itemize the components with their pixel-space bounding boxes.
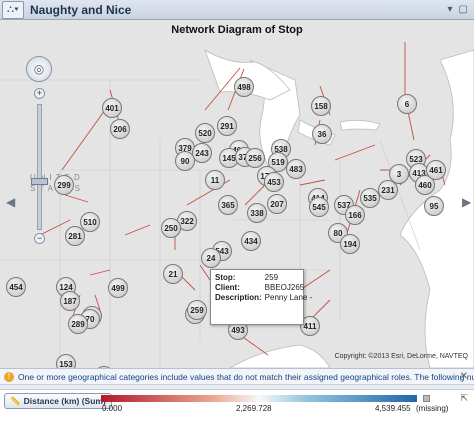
stop-node[interactable]: 338 xyxy=(247,203,267,223)
dropdown-icon[interactable]: ▾ xyxy=(448,4,453,15)
stop-node[interactable]: 535 xyxy=(360,188,380,208)
map-canvas[interactable]: Network Diagram of Stop UNITED STATES xyxy=(0,20,474,368)
legend-min: 0.000 xyxy=(102,404,123,413)
stop-node[interactable]: 231 xyxy=(378,180,398,200)
stop-node[interactable]: 243 xyxy=(192,143,212,163)
message-text: One or more geographical categories incl… xyxy=(18,371,474,382)
zoom-slider-thumb[interactable] xyxy=(31,178,48,185)
stop-node[interactable]: 499 xyxy=(108,278,128,298)
stop-node[interactable]: 166 xyxy=(345,205,365,225)
missing-swatch xyxy=(423,395,430,402)
node-tooltip: Stop: 259 Client: BBEOJ265 Description: Pen… xyxy=(210,269,312,325)
legend-mid: 2,269.728 xyxy=(236,404,272,413)
warning-icon: ! xyxy=(4,371,14,382)
stop-node[interactable]: 256 xyxy=(245,148,265,168)
network-icon: ⛬▾ xyxy=(7,4,19,15)
tooltip-key: Description: xyxy=(215,293,262,302)
window-title: Naughty and Nice xyxy=(30,2,132,17)
pan-control[interactable]: ◎ xyxy=(26,56,52,82)
zoom-control: ◎ + − xyxy=(26,56,54,244)
stop-node[interactable]: 483 xyxy=(286,159,306,179)
tooltip-value: Penny Lane - xyxy=(264,293,313,302)
stop-node[interactable]: 498 xyxy=(234,77,254,97)
message-bar: ! One or more geographical categories in… xyxy=(0,368,474,384)
stop-node[interactable]: 401 xyxy=(102,98,122,118)
scroll-left-icon[interactable]: ◀ xyxy=(6,195,16,209)
stop-node[interactable]: 289 xyxy=(68,314,88,334)
tooltip-key: Stop: xyxy=(215,273,236,282)
stop-node[interactable]: 194 xyxy=(340,234,360,254)
zoom-slider-track[interactable] xyxy=(37,104,42,230)
pin-icon[interactable]: ⇱ xyxy=(460,393,468,404)
legend-missing: (missing) xyxy=(416,404,449,413)
stop-node[interactable]: 158 xyxy=(311,96,331,116)
stop-node[interactable]: 36 xyxy=(312,124,332,144)
stop-node[interactable]: 90 xyxy=(175,151,195,171)
map-title: Network Diagram of Stop xyxy=(171,24,303,36)
stop-node[interactable]: 11 xyxy=(205,170,225,190)
legend-measure-button[interactable]: 📏 Distance (km) (Sum) xyxy=(4,393,112,409)
stop-node[interactable]: 545 xyxy=(309,197,329,217)
stop-node[interactable]: 24 xyxy=(201,248,221,268)
stop-node[interactable]: 365 xyxy=(218,195,238,215)
stop-node[interactable]: 434 xyxy=(241,231,261,251)
pan-icon: ◎ xyxy=(33,62,45,76)
map-attribution: Copyright: ©2013 Esri, DeLorme, NAVTEQ xyxy=(334,353,468,360)
stop-node[interactable]: 291 xyxy=(217,116,237,136)
tooltip-key: Client: xyxy=(215,283,240,292)
scroll-right-icon[interactable]: ▶ xyxy=(462,195,472,209)
legend-measure-label: Distance (km) (Sum) xyxy=(23,396,106,406)
stop-node[interactable]: 206 xyxy=(110,119,130,139)
stop-node[interactable]: 95 xyxy=(424,196,444,216)
color-gradient xyxy=(101,395,417,402)
stop-node[interactable]: 250 xyxy=(161,218,181,238)
stop-node[interactable]: 453 xyxy=(264,172,284,192)
stop-node[interactable]: 461 xyxy=(426,160,446,180)
stop-node[interactable]: 21 xyxy=(163,264,183,284)
stop-node[interactable]: 281 xyxy=(65,226,85,246)
zoom-in-button[interactable]: + xyxy=(34,88,45,99)
stop-node[interactable]: 153 xyxy=(56,354,76,368)
network-menu-button[interactable]: ⛬▾ xyxy=(2,0,24,19)
zoom-out-button[interactable]: − xyxy=(34,233,45,244)
stop-node[interactable]: 520 xyxy=(195,123,215,143)
stop-node[interactable]: 187 xyxy=(60,291,80,311)
tooltip-value: 259 xyxy=(264,273,279,282)
window-titlebar: ⛬▾ Naughty and Nice ▾ ▢ xyxy=(0,0,474,20)
stop-node[interactable]: 299 xyxy=(54,175,74,195)
stop-node[interactable]: 6 xyxy=(397,94,417,114)
legend-panel: 📏 Distance (km) (Sum) 0.000 2,269.728 4,… xyxy=(0,389,474,424)
stop-node[interactable]: 259 xyxy=(187,300,207,320)
ruler-icon: 📏 xyxy=(10,395,21,406)
legend-max: 4,539.455 xyxy=(375,404,411,413)
close-icon[interactable]: ✕ xyxy=(460,371,468,382)
stop-node[interactable]: 454 xyxy=(6,277,26,297)
stop-node[interactable]: 207 xyxy=(267,194,287,214)
tooltip-value: BBEOJ265 xyxy=(264,283,305,292)
maximize-icon[interactable]: ▢ xyxy=(459,4,468,15)
